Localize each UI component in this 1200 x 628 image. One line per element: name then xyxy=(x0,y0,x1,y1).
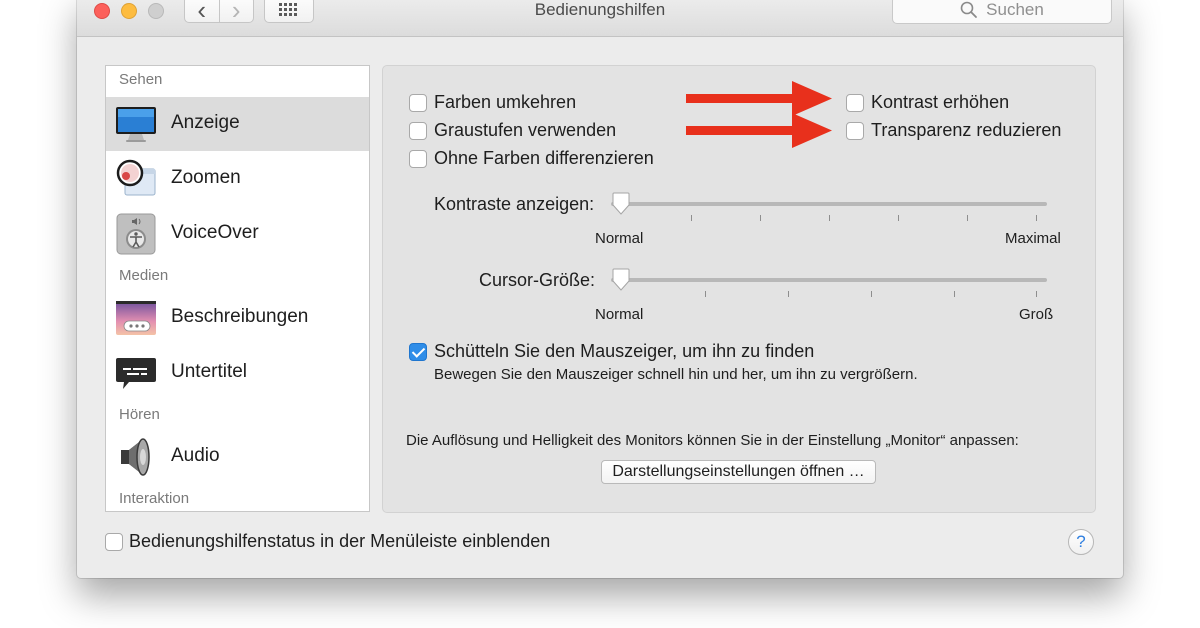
shake-to-locate-checkbox[interactable] xyxy=(409,343,427,361)
section-header-interaktion: Interaktion xyxy=(119,490,190,507)
slider-tick xyxy=(1036,291,1037,297)
search-field[interactable]: Suchen xyxy=(892,0,1112,24)
slider-tick xyxy=(829,215,830,221)
annotation-arrow-icon xyxy=(686,81,832,116)
sidebar[interactable]: Sehen Anzeige Zoomen VoiceOver Medien Be… xyxy=(105,65,370,512)
slider-tick xyxy=(691,215,692,221)
slider-tick xyxy=(788,291,789,297)
sidebar-item-voiceover[interactable]: VoiceOver xyxy=(106,207,369,261)
captions-icon xyxy=(116,358,156,389)
open-display-preferences-button[interactable]: Darstellungseinstellungen öffnen … xyxy=(601,460,876,484)
differentiate-without-color-label[interactable]: Ohne Farben differenzieren xyxy=(434,148,654,169)
question-mark-icon: ? xyxy=(1076,532,1086,551)
show-in-menubar-checkbox[interactable] xyxy=(105,533,123,551)
system-preferences-window: ‹ › Bedienungshilfen Suchen Sehen Anzeig… xyxy=(77,0,1123,578)
speaker-icon xyxy=(121,438,150,476)
shake-to-locate-label[interactable]: Schütteln Sie den Mauszeiger, um ihn zu … xyxy=(434,341,814,362)
voiceover-icon xyxy=(116,213,156,255)
sidebar-item-beschreibungen[interactable]: Beschreibungen xyxy=(106,291,369,345)
slider-tick xyxy=(760,215,761,221)
sidebar-item-label: Untertitel xyxy=(171,361,248,382)
slider-thumb[interactable] xyxy=(611,192,631,216)
display-icon xyxy=(116,107,156,142)
invert-colors-checkbox[interactable] xyxy=(409,94,427,112)
grayscale-checkbox[interactable] xyxy=(409,122,427,140)
invert-colors-label[interactable]: Farben umkehren xyxy=(434,92,576,113)
sidebar-item-label: Beschreibungen xyxy=(171,306,309,327)
sidebar-item-label: Zoomen xyxy=(171,167,241,188)
search-placeholder: Suchen xyxy=(986,0,1044,19)
slider-tick xyxy=(967,215,968,221)
display-contrast-label: Kontraste anzeigen: xyxy=(434,194,595,214)
slider-track xyxy=(611,278,1047,282)
slider-track xyxy=(611,202,1047,206)
slider-thumb[interactable] xyxy=(611,268,631,292)
sidebar-item-zoomen[interactable]: Zoomen xyxy=(106,152,369,206)
show-in-menubar-label[interactable]: Bedienungshilfenstatus in der Menüleiste… xyxy=(129,531,550,552)
contrast-min-label: Normal xyxy=(595,230,644,247)
shake-to-locate-description: Bewegen Sie den Mauszeiger schnell hin u… xyxy=(434,366,918,383)
descriptions-icon xyxy=(116,301,156,335)
sidebar-item-audio[interactable]: Audio xyxy=(106,430,369,484)
section-header-hoeren: Hören xyxy=(119,406,160,423)
cursor-max-label: Groß xyxy=(1019,306,1054,323)
sidebar-item-anzeige[interactable]: Anzeige xyxy=(106,97,369,151)
reduce-transparency-checkbox[interactable] xyxy=(846,122,864,140)
section-header-sehen: Sehen xyxy=(119,71,163,88)
monitor-note: Die Auflösung und Helligkeit des Monitor… xyxy=(406,432,1019,449)
contrast-max-label: Maximal xyxy=(1005,230,1061,247)
sidebar-item-label: Anzeige xyxy=(171,112,240,133)
cursor-size-label: Cursor-Größe: xyxy=(479,270,596,290)
title-bar: ‹ › Bedienungshilfen Suchen xyxy=(77,0,1123,37)
differentiate-without-color-checkbox[interactable] xyxy=(409,150,427,168)
search-icon xyxy=(960,1,978,18)
annotation-arrow-icon xyxy=(686,113,832,148)
slider-tick xyxy=(898,215,899,221)
display-settings-panel: Farben umkehren Graustufen verwenden Ohn… xyxy=(382,65,1096,513)
sidebar-item-untertitel[interactable]: Untertitel xyxy=(106,346,369,400)
increase-contrast-checkbox[interactable] xyxy=(846,94,864,112)
slider-tick xyxy=(705,291,706,297)
slider-tick xyxy=(1036,215,1037,221)
section-header-medien: Medien xyxy=(119,267,169,284)
increase-contrast-label[interactable]: Kontrast erhöhen xyxy=(871,92,1009,113)
sidebar-item-label: Audio xyxy=(171,445,220,466)
reduce-transparency-label[interactable]: Transparenz reduzieren xyxy=(871,120,1061,141)
grayscale-label[interactable]: Graustufen verwenden xyxy=(434,120,616,141)
sidebar-item-label: VoiceOver xyxy=(171,222,259,243)
cursor-min-label: Normal xyxy=(595,306,644,323)
slider-tick xyxy=(954,291,955,297)
zoom-icon xyxy=(116,159,156,196)
slider-tick xyxy=(871,291,872,297)
help-button[interactable]: ? xyxy=(1068,529,1094,555)
